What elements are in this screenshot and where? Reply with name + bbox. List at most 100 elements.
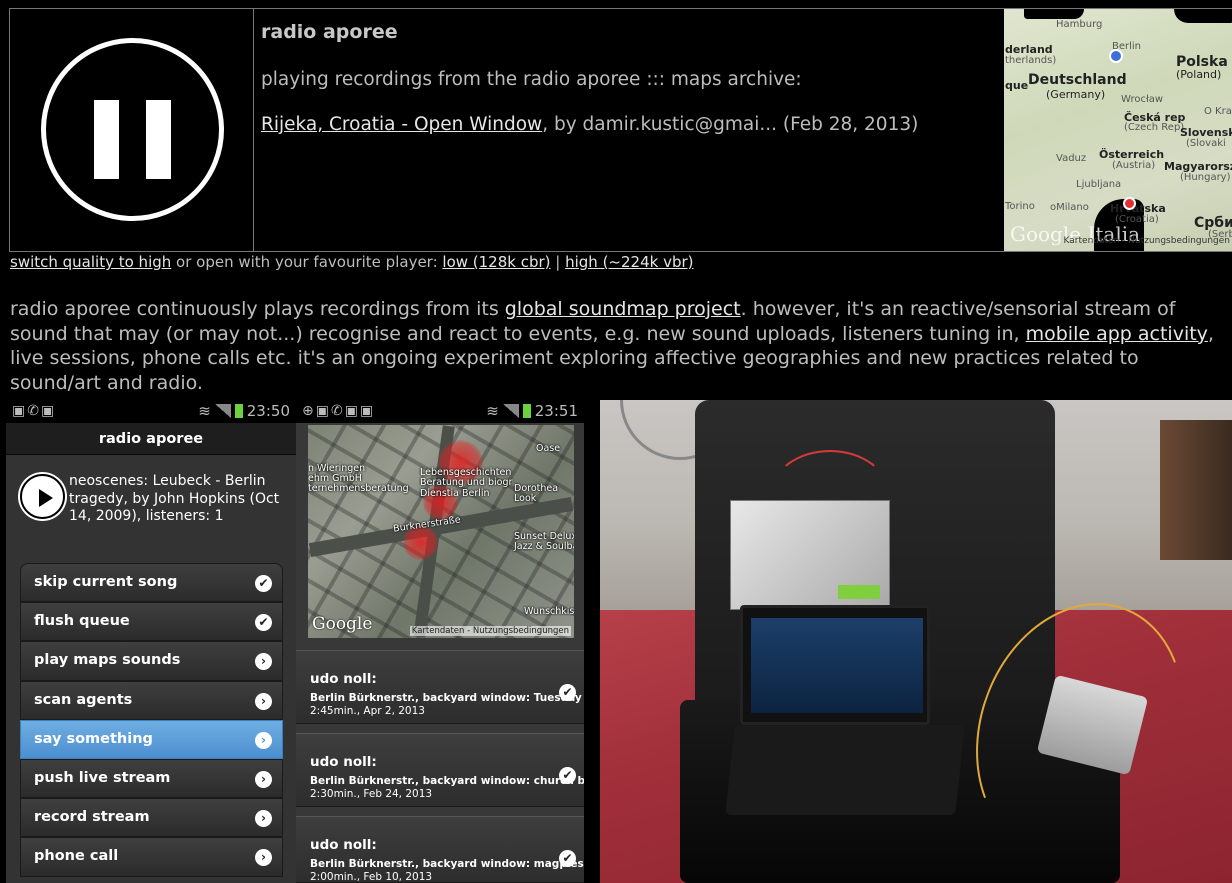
map-label: (Germany) [1046,88,1106,101]
map-label: que [1005,79,1029,92]
map-dark-region [1174,9,1232,23]
recording-author: udo noll: [310,754,377,770]
phone-screenshot-menu: ▣✆▣ ≋ 23:50 radio aporee neoscenes: Leub… [6,400,296,883]
quality-separator: | [550,253,566,271]
action-menu: skip current song ✔ flush queue ✔ play map… [20,563,283,877]
chevron-right-icon: › [255,770,272,788]
menu-item-flush-queue[interactable]: flush queue ✔ [20,602,283,642]
mobile-app-link[interactable]: mobile app activity [1026,323,1208,345]
menu-item-push-live-stream[interactable]: push live stream › [20,758,283,799]
map-label: Oase [536,443,561,454]
soundmap-link[interactable]: global soundmap project [505,298,741,320]
menu-item-label: scan agents [34,691,133,708]
clock: 23:51 [534,402,578,420]
now-playing-text: neoscenes: Leubeck - Berlin tragedy, by … [69,473,280,524]
clock: 23:50 [246,402,290,420]
map-label: Look [514,493,537,504]
map-terms-link[interactable]: Kartendaten - Nutzungsbedingungen [409,626,571,636]
menu-item-phone-call[interactable]: phone call › [20,837,283,877]
switch-quality-link[interactable]: switch quality to high [10,253,171,271]
recording-item[interactable]: udo noll: Berlin Bürknerstr., backyard w… [296,733,584,807]
playing-label: playing recordings from the radio aporee… [261,69,802,90]
map-label: derland [1005,43,1053,56]
status-right: ≋ 23:51 [486,402,578,420]
map-marker-red [1123,197,1136,210]
map-label: Deutschland [1028,72,1127,88]
map-label: therlands) [1005,55,1057,66]
map-marker-blue [1109,49,1123,63]
chevron-right-icon: › [255,731,272,749]
check-icon: ✔ [255,575,272,592]
phone-screenshot-recordings: ⊕▣✆▣▣ ≋ 23:51 n Wieringen ehm GmbH terne… [296,400,584,883]
description-text: radio aporee continuously plays recordin… [10,298,505,320]
pause-bar-right [146,100,171,179]
map-label: Ljubljana [1076,179,1122,190]
high-quality-link[interactable]: high (~224k vbr) [565,253,693,271]
menu-item-say-something[interactable]: say something › [20,719,283,759]
recording-item[interactable]: udo noll: Berlin Bürknerstr., backyard w… [296,816,584,883]
chevron-right-icon: › [255,849,272,867]
signal-icon [502,404,519,418]
map-thumbnail[interactable]: Hamburg derland therlands) Berlin Polska… [1004,9,1232,251]
map-label: Hrvatska [1110,202,1166,215]
check-icon: ✔ [559,767,576,784]
play-icon[interactable] [20,474,65,519]
device-display [838,585,880,599]
status-bar: ⊕▣✆▣▣ ≋ 23:51 [296,400,584,423]
menu-item-label: record stream [34,809,150,826]
check-icon: ✔ [559,850,576,867]
map-label: Österreich [1099,148,1165,161]
menu-item-label: play maps sounds [34,652,181,669]
pause-button[interactable] [10,9,254,251]
menu-item-label: say something [34,730,153,747]
menu-item-label: push live stream [34,769,171,786]
menu-item-scan-agents[interactable]: scan agents › [20,680,283,720]
map-label: Dienstia Berlin [420,488,490,499]
recording-title: Berlin Bürknerstr., backyard window: Tue… [310,692,584,704]
map-label: Wunschkist [524,606,574,617]
battery-icon [234,404,243,418]
recording-author: udo noll: [310,837,377,853]
map-label: (Austria) [1112,160,1156,171]
pause-icon [41,38,224,221]
equipment-photo [600,400,1232,883]
recording-item[interactable]: udo noll: Berlin Bürknerstr., backyard w… [296,650,584,724]
map-terms-link[interactable]: Kartendaten - Nutzungsbedingungen [1064,236,1230,246]
menu-item-skip-current-song[interactable]: skip current song ✔ [20,563,283,603]
check-icon: ✔ [255,614,272,632]
battery-icon [522,404,531,418]
satellite-map[interactable]: n Wieringen ehm GmbH ternehmensberatung … [308,425,574,638]
now-playing-info: radio aporee playing recordings from the… [261,21,1001,135]
menu-item-record-stream[interactable]: record stream › [20,798,283,838]
recording-title: Berlin Bürknerstr., backyard window: mag… [310,858,584,870]
map-label: oMilano [1050,202,1089,213]
chair [1160,420,1232,560]
pause-bar-left [94,100,119,179]
menu-item-label: skip current song [34,574,178,590]
menu-item-play-maps-sounds[interactable]: play maps sounds › [20,641,283,681]
low-quality-link[interactable]: low (128k cbr) [442,253,550,271]
menu-item-label: flush queue [34,613,130,630]
netbook [740,605,930,725]
chevron-right-icon: › [255,692,272,710]
map-label: (Poland) [1176,68,1222,81]
map-label: (Czech Rep) [1124,122,1185,133]
map-label: Vaduz [1056,153,1087,164]
map-label: Beratung und biogr [420,477,513,488]
map-label: Polska [1176,54,1228,70]
map-label: Slovensk [1180,126,1232,139]
description: radio aporee continuously plays recordin… [10,297,1230,395]
wifi-icon: ≋ [486,402,499,420]
recording-meta: 2:45min., Apr 2, 2013 [310,705,425,717]
recording-title: Berlin Bürknerstr., backyard window: chu… [310,775,584,787]
map-dark-region [1024,9,1084,19]
cable [770,450,890,540]
player-box: radio aporee playing recordings from the… [9,8,1232,252]
track-line: Rijeka, Croatia - Open Window, by damir.… [261,114,1001,135]
status-bar: ▣✆▣ ≋ 23:50 [6,400,296,423]
notification-icons: ▣✆▣ [12,403,57,419]
station-title: radio aporee [261,21,398,43]
chevron-right-icon: › [255,653,272,671]
track-link[interactable]: Rijeka, Croatia - Open Window [261,114,542,135]
map-label: O Kra [1204,106,1232,117]
